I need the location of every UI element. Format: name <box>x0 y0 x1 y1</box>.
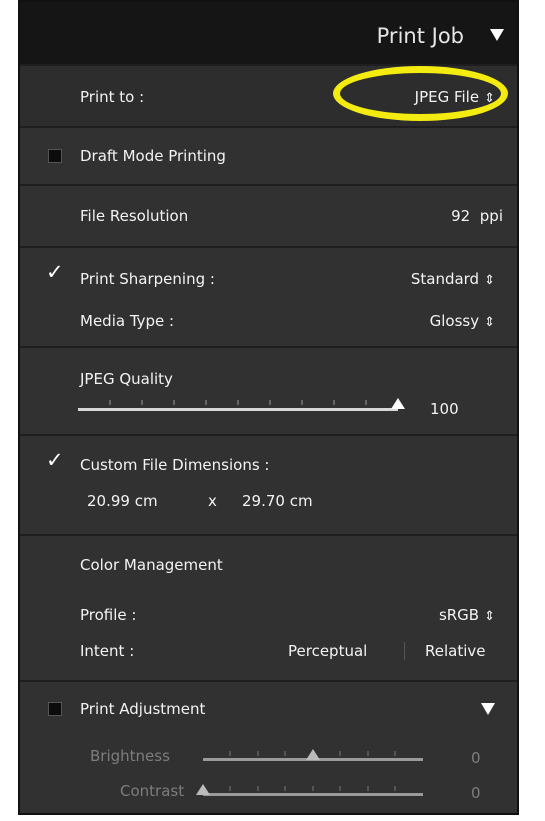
file-resolution-field[interactable]: 92 ppi <box>451 207 503 225</box>
custom-dimensions-check-icon[interactable]: ✓ <box>46 450 64 471</box>
profile-value: sRGB <box>438 606 480 624</box>
color-management-section: Color Management Profile : sRGB ⇕ Intent … <box>20 534 517 680</box>
stepper-icon: ⇕ <box>484 315 495 330</box>
jpeg-quality-value[interactable]: 100 <box>430 400 459 418</box>
print-adjustment-section: Print Adjustment Brightness 0 Contrast 0 <box>20 680 517 813</box>
brightness-value[interactable]: 0 <box>471 749 481 767</box>
draft-mode-label: Draft Mode Printing <box>80 147 226 165</box>
jpeg-quality-section: JPEG Quality 100 <box>20 346 517 434</box>
contrast-slider-thumb[interactable] <box>196 784 210 795</box>
intent-option-relative[interactable]: Relative <box>425 642 486 660</box>
profile-label: Profile : <box>80 606 137 624</box>
print-adjustment-checkbox[interactable] <box>48 702 62 716</box>
jpeg-quality-slider-thumb[interactable] <box>391 398 405 409</box>
dimension-height[interactable]: 29.70 cm <box>242 492 313 510</box>
file-resolution-unit: ppi <box>479 207 503 225</box>
contrast-value[interactable]: 0 <box>471 784 481 802</box>
media-type-dropdown[interactable]: Glossy ⇕ <box>430 312 495 330</box>
custom-dimensions-label: Custom File Dimensions : <box>80 456 270 474</box>
file-resolution-value: 92 <box>451 207 471 225</box>
sharpening-section: ✓ Print Sharpening : Standard ⇕ Media Typ… <box>20 246 517 346</box>
jpeg-quality-slider-track[interactable] <box>78 408 398 411</box>
media-type-value: Glossy <box>429 312 480 330</box>
intent-option-perceptual[interactable]: Perceptual <box>288 642 367 660</box>
print-sharpening-check-icon[interactable]: ✓ <box>46 262 64 283</box>
print-sharpening-value: Standard <box>410 270 480 288</box>
brightness-slider-thumb[interactable] <box>306 749 320 760</box>
intent-label: Intent : <box>80 642 135 660</box>
intent-separator <box>404 642 405 660</box>
draft-mode-checkbox[interactable] <box>48 149 62 163</box>
contrast-slider-track[interactable] <box>203 793 423 796</box>
collapse-triangle-icon[interactable] <box>490 29 504 41</box>
contrast-label: Contrast <box>120 782 185 800</box>
jpeg-quality-slider-ticks <box>109 400 367 405</box>
print-to-value: JPEG File <box>414 88 480 106</box>
profile-dropdown[interactable]: sRGB ⇕ <box>439 606 495 624</box>
color-management-title: Color Management <box>80 556 223 574</box>
file-resolution-section: File Resolution 92 ppi <box>20 184 517 246</box>
print-to-label: Print to : <box>80 88 145 106</box>
jpeg-quality-label: JPEG Quality <box>80 370 173 388</box>
draft-mode-section: Draft Mode Printing <box>20 126 517 184</box>
panel-title: Print Job <box>376 24 464 48</box>
print-sharpening-dropdown[interactable]: Standard ⇕ <box>411 270 495 288</box>
stepper-icon: ⇕ <box>484 273 495 288</box>
stepper-icon: ⇕ <box>484 91 495 106</box>
print-adjustment-expand-icon[interactable] <box>481 703 495 715</box>
file-resolution-label: File Resolution <box>80 207 189 225</box>
print-to-dropdown[interactable]: JPEG File ⇕ <box>415 88 495 106</box>
dimension-width[interactable]: 20.99 cm <box>87 492 158 510</box>
brightness-label: Brightness <box>90 747 170 765</box>
custom-dimensions-section: ✓ Custom File Dimensions : 20.99 cm x 29… <box>20 434 517 534</box>
print-sharpening-label: Print Sharpening : <box>80 270 215 288</box>
dimension-times: x <box>208 492 217 510</box>
print-adjustment-label: Print Adjustment <box>80 700 206 718</box>
media-type-label: Media Type : <box>80 312 175 330</box>
contrast-slider-ticks <box>229 786 396 791</box>
stepper-icon: ⇕ <box>484 609 495 624</box>
print-job-panel: Print Job Print to : JPEG File ⇕ Draft Mo… <box>18 0 519 815</box>
print-to-section: Print to : JPEG File ⇕ <box>20 64 517 126</box>
panel-header[interactable]: Print Job <box>20 2 517 64</box>
